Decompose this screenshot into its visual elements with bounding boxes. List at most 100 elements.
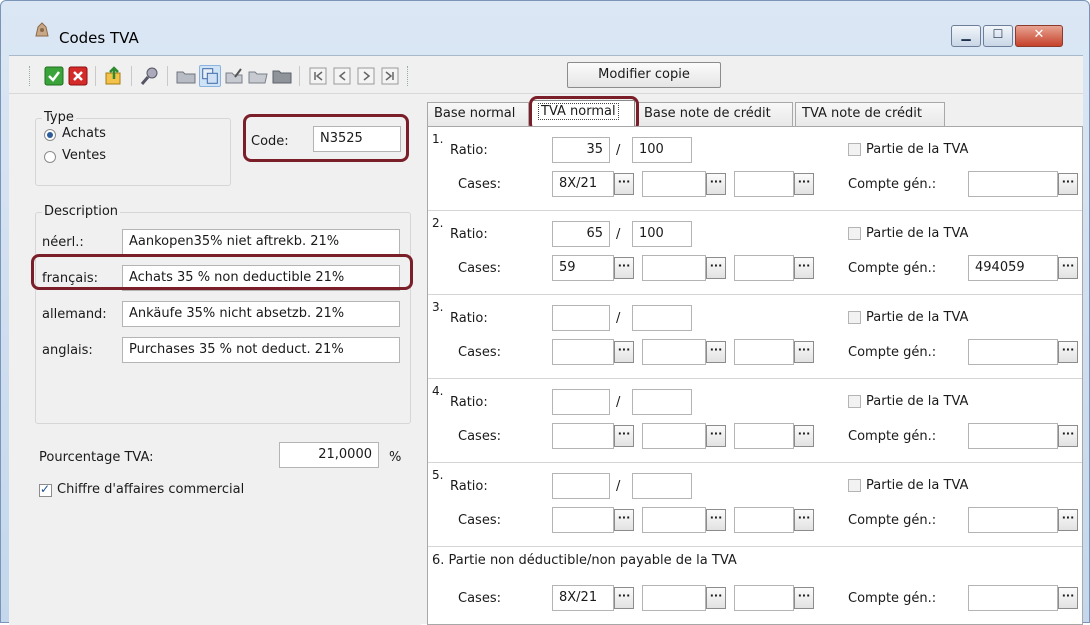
ratio-numerator[interactable] <box>552 473 610 499</box>
toolbar-grip[interactable] <box>29 66 32 86</box>
compte-lookup[interactable]: ··· <box>1058 341 1078 363</box>
ratio-numerator[interactable]: 65 <box>552 221 610 247</box>
case-field-3[interactable] <box>734 507 794 533</box>
cases-label: Cases: <box>458 261 501 276</box>
minimize-button[interactable]: ▁ <box>951 25 981 47</box>
radio-achats[interactable] <box>44 129 56 141</box>
ratio-denominator[interactable]: 100 <box>632 137 692 163</box>
case-lookup-3[interactable]: ··· <box>794 173 814 195</box>
next-icon[interactable] <box>355 65 377 87</box>
folder-closed-icon[interactable] <box>271 65 293 87</box>
compte-field[interactable] <box>968 585 1058 611</box>
compte-field[interactable] <box>968 171 1058 197</box>
type-group-title: Type <box>42 110 76 125</box>
tab-tva-note-credit[interactable]: TVA note de crédit <box>795 102 945 126</box>
case-field-2[interactable] <box>642 171 706 197</box>
case-field-1[interactable]: 8X/21 <box>552 585 614 611</box>
tab-base-note-credit[interactable]: Base note de crédit <box>637 102 793 126</box>
partie-checkbox[interactable] <box>848 479 861 492</box>
edit-icon[interactable] <box>223 65 245 87</box>
case-lookup-1[interactable]: ··· <box>614 587 634 609</box>
compte-field[interactable] <box>968 423 1058 449</box>
ratio-denominator[interactable]: 100 <box>632 221 692 247</box>
search-icon[interactable] <box>139 65 161 87</box>
chiffre-checkbox[interactable] <box>39 482 52 497</box>
partie-checkbox[interactable] <box>848 311 861 324</box>
case-lookup-2[interactable]: ··· <box>706 509 726 531</box>
case-lookup-2[interactable]: ··· <box>706 341 726 363</box>
partie-checkbox[interactable] <box>848 227 861 240</box>
section-number: 2. <box>432 216 444 230</box>
case-field-1[interactable] <box>552 339 614 365</box>
section-number: 1. <box>432 132 444 146</box>
ratio-numerator[interactable] <box>552 389 610 415</box>
case-field-3[interactable] <box>734 585 794 611</box>
case-lookup-1[interactable]: ··· <box>614 257 634 279</box>
section-6: 6. Partie non déductible/non payable de … <box>428 547 1082 625</box>
toolbar-grip[interactable] <box>407 66 410 86</box>
case-lookup-3[interactable]: ··· <box>794 257 814 279</box>
compte-lookup[interactable]: ··· <box>1058 587 1078 609</box>
case-field-2[interactable] <box>642 339 706 365</box>
case-field-2[interactable] <box>642 585 706 611</box>
desc-field-anglais[interactable]: Purchases 35 % not deduct. 21% <box>122 337 400 363</box>
compte-lookup[interactable]: ··· <box>1058 425 1078 447</box>
folder-icon[interactable] <box>175 65 197 87</box>
case-field-1[interactable]: 8X/21 <box>552 171 614 197</box>
compte-field[interactable] <box>968 339 1058 365</box>
prev-icon[interactable] <box>331 65 353 87</box>
partie-checkbox[interactable] <box>848 143 861 156</box>
copy-icon[interactable] <box>199 65 221 87</box>
modify-copy-button[interactable]: Modifier copie <box>567 62 721 88</box>
desc-field-neerl[interactable]: Aankopen35% niet aftrekb. 21% <box>122 229 400 255</box>
case-lookup-1[interactable]: ··· <box>614 173 634 195</box>
compte-lookup[interactable]: ··· <box>1058 173 1078 195</box>
ratio-denominator[interactable] <box>632 389 692 415</box>
desc-field-allemand[interactable]: Ankäufe 35% nicht absetzb. 21% <box>122 301 400 327</box>
compte-field[interactable] <box>968 507 1058 533</box>
partie-checkbox[interactable] <box>848 395 861 408</box>
case-field-1[interactable] <box>552 423 614 449</box>
case-lookup-3[interactable]: ··· <box>794 341 814 363</box>
tab-base-normal[interactable]: Base normal <box>427 102 529 126</box>
compte-label: Compte gén.: <box>848 177 937 192</box>
case-lookup-3[interactable]: ··· <box>794 587 814 609</box>
case-field-3[interactable] <box>734 423 794 449</box>
case-lookup-2[interactable]: ··· <box>706 257 726 279</box>
close-button[interactable]: ✕ <box>1015 25 1063 47</box>
ratio-denominator[interactable] <box>632 305 692 331</box>
case-lookup-2[interactable]: ··· <box>706 587 726 609</box>
compte-field[interactable]: 494059 <box>968 255 1058 281</box>
compte-lookup[interactable]: ··· <box>1058 257 1078 279</box>
ratio-numerator[interactable] <box>552 305 610 331</box>
case-field-1[interactable]: 59 <box>552 255 614 281</box>
case-lookup-3[interactable]: ··· <box>794 509 814 531</box>
partie-label: Partie de la TVA <box>866 310 969 325</box>
cancel-icon[interactable] <box>67 65 89 87</box>
ratio-denominator[interactable] <box>632 473 692 499</box>
case-field-3[interactable] <box>734 171 794 197</box>
check-icon[interactable] <box>43 65 65 87</box>
ratio-numerator[interactable]: 35 <box>552 137 610 163</box>
case-lookup-2[interactable]: ··· <box>706 173 726 195</box>
case-field-1[interactable] <box>552 507 614 533</box>
case-field-3[interactable] <box>734 255 794 281</box>
compte-lookup[interactable]: ··· <box>1058 509 1078 531</box>
export-icon[interactable] <box>103 65 125 87</box>
case-field-3[interactable] <box>734 339 794 365</box>
case-field-2[interactable] <box>642 423 706 449</box>
case-field-2[interactable] <box>642 255 706 281</box>
description-group: Description néerl.: Aankopen35% niet aft… <box>35 204 411 424</box>
case-lookup-2[interactable]: ··· <box>706 425 726 447</box>
folder-open-icon[interactable] <box>247 65 269 87</box>
case-field-2[interactable] <box>642 507 706 533</box>
first-icon[interactable] <box>307 65 329 87</box>
radio-ventes[interactable] <box>44 151 56 163</box>
pourcentage-field[interactable]: 21,0000 <box>279 442 379 468</box>
case-lookup-1[interactable]: ··· <box>614 341 634 363</box>
maximize-button[interactable]: ☐ <box>983 25 1013 47</box>
case-lookup-1[interactable]: ··· <box>614 509 634 531</box>
last-icon[interactable] <box>379 65 401 87</box>
case-lookup-1[interactable]: ··· <box>614 425 634 447</box>
case-lookup-3[interactable]: ··· <box>794 425 814 447</box>
